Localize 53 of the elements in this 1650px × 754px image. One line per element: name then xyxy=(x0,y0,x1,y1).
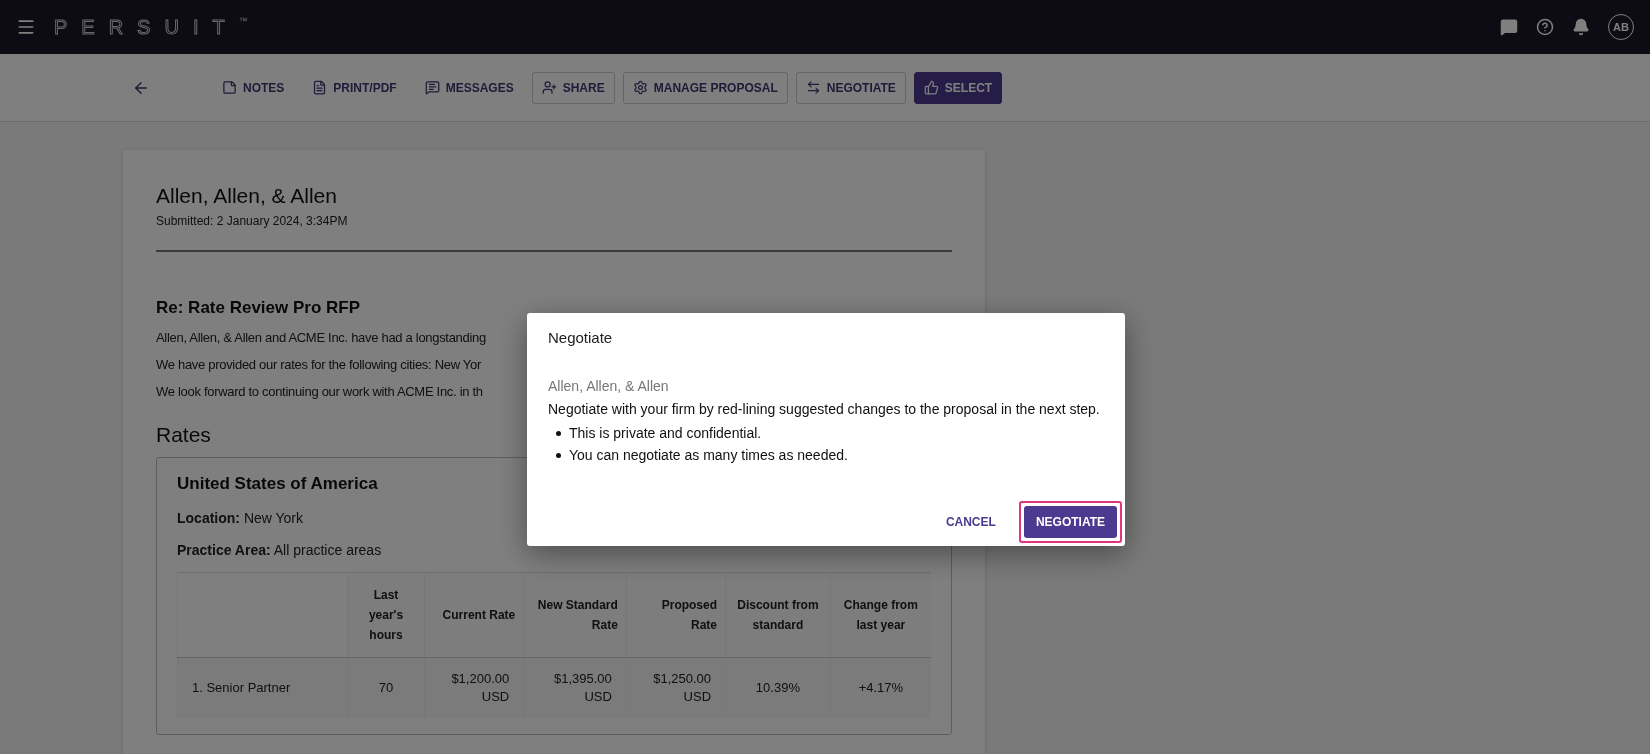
settings-icon xyxy=(632,80,648,95)
column-header: Change from last year xyxy=(843,598,918,632)
dialog-firm: Allen, Allen, & Allen xyxy=(548,378,670,394)
add-person-icon xyxy=(541,80,557,95)
notification-icon[interactable] xyxy=(1572,18,1590,36)
table-cell: +4.17% xyxy=(830,657,931,718)
toolbar-button[interactable]: MANAGE PROPOSAL xyxy=(622,71,788,104)
field-value: New York xyxy=(243,510,304,526)
chat-icon xyxy=(424,80,440,95)
subject-heading: Re: Rate Review Pro RFP xyxy=(156,298,362,318)
toolbar-button[interactable]: SELECT xyxy=(913,71,1003,104)
logo: PERSUIT™ xyxy=(54,15,248,39)
dialog-button[interactable]: NEGOTIATE xyxy=(1023,506,1117,538)
table-cell: 70 xyxy=(347,657,425,718)
bullet-icon xyxy=(556,452,561,458)
submitted-date: Submitted: 2 January 2024, 3:34PM xyxy=(156,214,952,252)
table-cell: 1. Senior Partner xyxy=(177,657,348,718)
column-header: Current Rate xyxy=(442,608,516,622)
dialog-button[interactable]: CANCEL xyxy=(933,506,1008,538)
note-icon xyxy=(222,80,237,95)
thumbs-up-icon xyxy=(923,80,939,95)
dialog-text: Negotiate with your firm by red-lining suggested changes to the proposal in the next step. xyxy=(548,401,1101,417)
paragraph: Allen, Allen, & Allen and ACME Inc. have had a longstanding xyxy=(156,330,486,345)
chat-icon[interactable] xyxy=(1500,18,1518,36)
column-header: Last year's hours xyxy=(368,588,404,642)
table-cell: $1,250.00 USD xyxy=(626,657,726,718)
firm-name: Allen, Allen, & Allen xyxy=(156,184,338,208)
paragraph: We have provided our rates for the following cities: New Yor xyxy=(156,357,481,372)
table-cell: $1,395.00 USD xyxy=(523,657,627,718)
toolbar-button[interactable]: NEGOTIATE xyxy=(795,71,906,104)
column-header: Discount from standard xyxy=(737,598,819,632)
field-label: Location: xyxy=(177,510,240,526)
document-icon xyxy=(312,80,328,95)
region-title: United States of America xyxy=(177,474,379,494)
dialog-title: Negotiate xyxy=(548,329,614,346)
toolbar-button[interactable]: PRINT/PDF xyxy=(302,71,407,104)
help-icon[interactable] xyxy=(1536,18,1554,36)
bullet-item: You can negotiate as many times as needed. xyxy=(569,446,848,465)
bullet-icon xyxy=(556,430,561,436)
section-heading: Rates xyxy=(156,423,211,447)
field-value: All practice areas xyxy=(273,542,382,558)
toolbar-button[interactable]: NOTES xyxy=(212,71,295,104)
toolbar-button[interactable]: SHARE xyxy=(531,71,615,104)
paragraph: We look forward to continuing our work with ACME Inc. in th xyxy=(156,384,483,399)
menu-icon[interactable] xyxy=(16,17,36,37)
toolbar-button[interactable]: MESSAGES xyxy=(414,71,524,104)
swap-icon xyxy=(805,80,821,95)
bullet-item: This is private and confidential. xyxy=(569,424,762,443)
table-cell: 10.39% xyxy=(725,657,831,718)
field-label: Practice Area: xyxy=(177,542,271,558)
column-header: New Standard Rate xyxy=(537,598,618,632)
column-header: Proposed Rate xyxy=(661,598,718,632)
table-cell: $1,200.00 USD xyxy=(424,657,524,718)
